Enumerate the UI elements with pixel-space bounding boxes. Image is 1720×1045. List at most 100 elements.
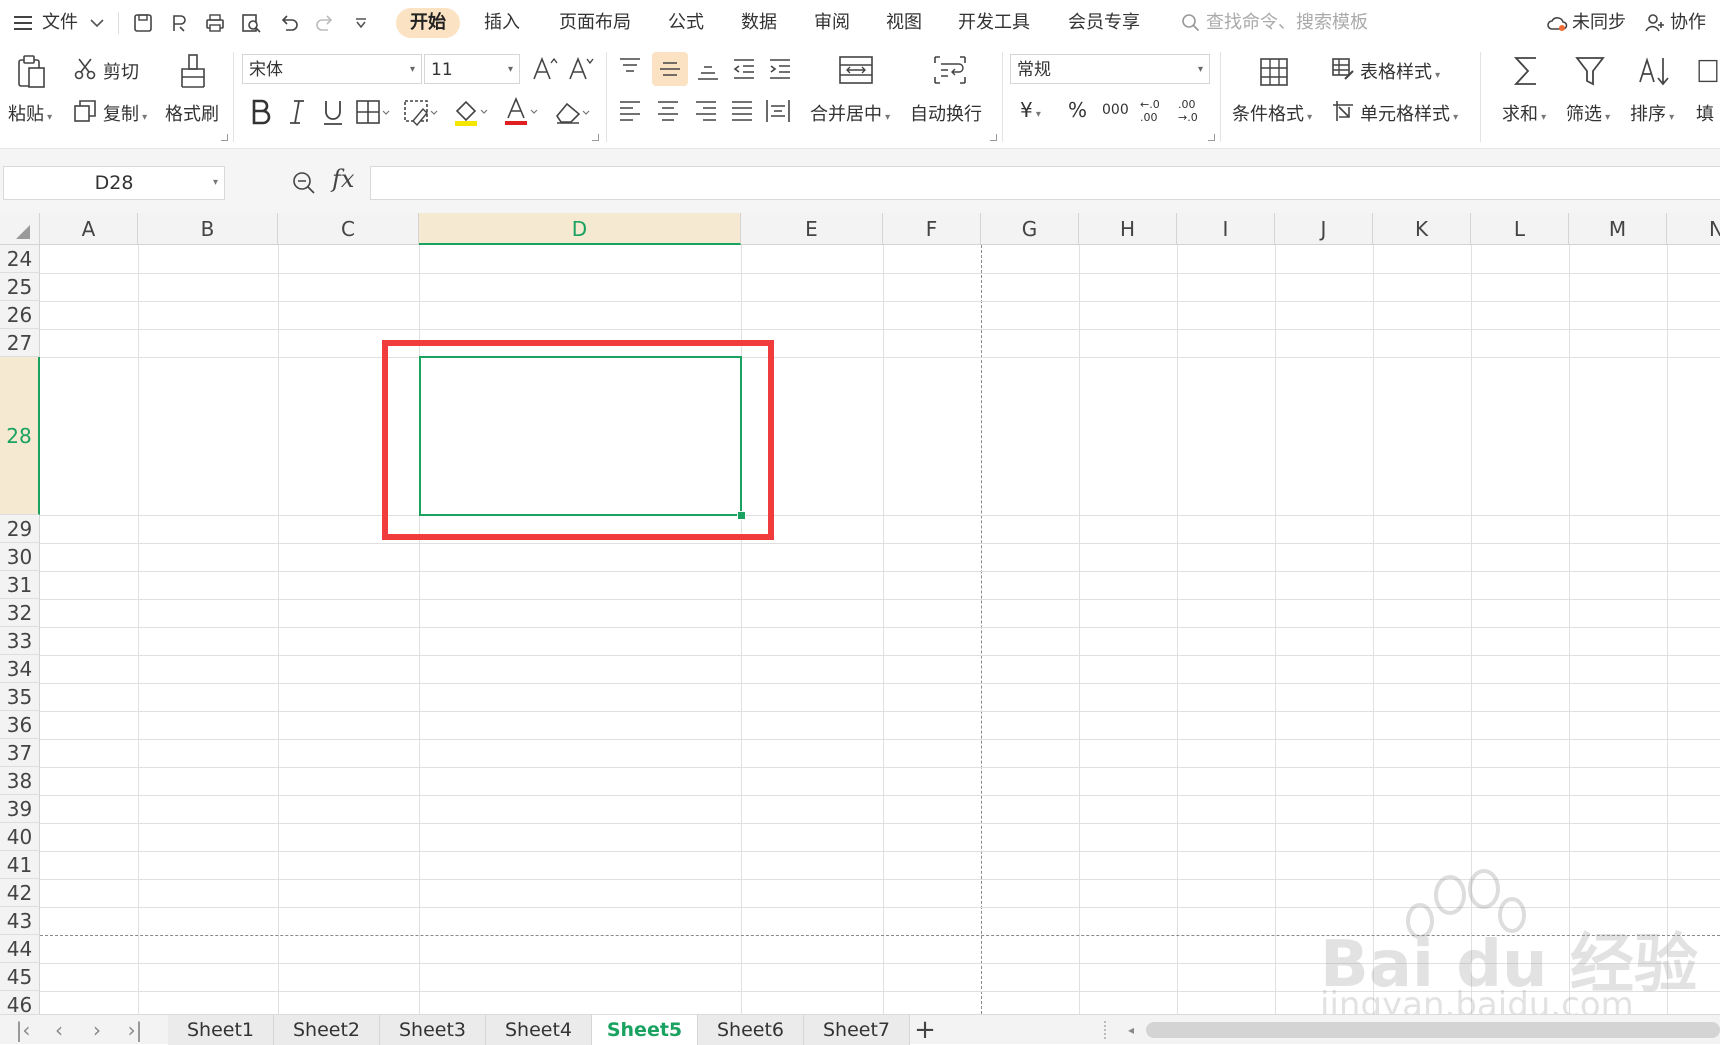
column-header-c[interactable]: C bbox=[278, 213, 419, 245]
paste-button[interactable]: 粘贴 ▾ bbox=[8, 100, 52, 126]
horizontal-scrollbar-thumb[interactable] bbox=[1146, 1022, 1720, 1038]
row-header-37[interactable]: 37 bbox=[0, 739, 40, 767]
wrap-text-button[interactable]: 自动换行 bbox=[910, 100, 982, 126]
sheet-tab-2[interactable]: Sheet2 bbox=[274, 1015, 380, 1045]
row-header-34[interactable]: 34 bbox=[0, 655, 40, 683]
column-header-k[interactable]: K bbox=[1373, 213, 1471, 245]
font-color-icon[interactable] bbox=[502, 96, 542, 128]
merge-cells-icon[interactable] bbox=[836, 52, 876, 88]
row-header-35[interactable]: 35 bbox=[0, 683, 40, 711]
justify-icon[interactable] bbox=[726, 96, 758, 126]
insert-function-button[interactable]: fx bbox=[332, 165, 354, 193]
row-header-32[interactable]: 32 bbox=[0, 599, 40, 627]
decrease-font-size-icon[interactable] bbox=[566, 54, 596, 84]
format-painter-button[interactable]: 格式刷 bbox=[165, 100, 219, 126]
row-header-24[interactable]: 24 bbox=[0, 245, 40, 273]
sheet-tab-1[interactable]: Sheet1 bbox=[168, 1015, 274, 1045]
print-preview-icon[interactable] bbox=[238, 10, 264, 36]
collaborate-button[interactable]: 协作 bbox=[1670, 8, 1706, 38]
align-center-icon[interactable] bbox=[652, 96, 684, 126]
sheet-tab-4[interactable]: Sheet4 bbox=[486, 1015, 592, 1045]
tab-insert[interactable]: 插入 bbox=[470, 8, 534, 38]
conditional-format-button[interactable]: 条件格式 ▾ bbox=[1232, 100, 1312, 126]
column-header-a[interactable]: A bbox=[40, 213, 138, 245]
prev-sheet-icon[interactable]: ‹ bbox=[46, 1017, 72, 1043]
filter-funnel-icon[interactable] bbox=[1572, 52, 1608, 90]
formula-input[interactable] bbox=[370, 166, 1720, 200]
number-format-select[interactable]: 常规 ▾ bbox=[1010, 54, 1210, 84]
select-all-corner[interactable] bbox=[0, 213, 40, 245]
column-header-b[interactable]: B bbox=[138, 213, 278, 245]
sort-button[interactable]: 排序 ▾ bbox=[1630, 100, 1674, 126]
copy-button[interactable]: 复制 ▾ bbox=[103, 100, 147, 126]
row-header-44[interactable]: 44 bbox=[0, 935, 40, 963]
file-menu[interactable]: 文件 bbox=[42, 8, 78, 38]
fill-icon[interactable] bbox=[1696, 52, 1720, 90]
underline-icon[interactable] bbox=[318, 96, 348, 128]
distributed-align-icon[interactable] bbox=[762, 96, 794, 126]
column-header-h[interactable]: H bbox=[1079, 213, 1177, 245]
row-header-33[interactable]: 33 bbox=[0, 627, 40, 655]
dialog-launcher-icon[interactable] bbox=[990, 134, 997, 141]
cut-button[interactable]: 剪切 bbox=[103, 58, 139, 84]
search-command-input[interactable]: 查找命令、搜索模板 bbox=[1206, 8, 1368, 38]
save-icon[interactable] bbox=[130, 10, 156, 36]
increase-font-size-icon[interactable] bbox=[530, 54, 560, 84]
align-right-icon[interactable] bbox=[690, 96, 722, 126]
conditional-format-icon[interactable] bbox=[1256, 54, 1292, 90]
sync-status[interactable]: 未同步 bbox=[1572, 8, 1626, 38]
font-name-select[interactable]: 宋体 ▾ bbox=[242, 54, 422, 84]
redo-icon[interactable] bbox=[312, 10, 338, 36]
row-header-43[interactable]: 43 bbox=[0, 907, 40, 935]
column-header-n[interactable]: N bbox=[1667, 213, 1720, 245]
tab-home[interactable]: 开始 bbox=[396, 8, 460, 38]
sheet-tab-3[interactable]: Sheet3 bbox=[380, 1015, 486, 1045]
align-bottom-icon[interactable] bbox=[692, 54, 724, 84]
format-painter-icon[interactable] bbox=[176, 52, 210, 90]
tab-member[interactable]: 会员专享 bbox=[1054, 8, 1154, 38]
sheet-tab-5[interactable]: Sheet5 bbox=[592, 1015, 698, 1045]
row-header-42[interactable]: 42 bbox=[0, 879, 40, 907]
add-sheet-button[interactable]: + bbox=[912, 1017, 938, 1043]
table-style-button[interactable]: 表格样式 ▾ bbox=[1360, 58, 1440, 84]
fill-button[interactable]: 填 bbox=[1696, 100, 1714, 126]
currency-format-button[interactable]: ¥ ▾ bbox=[1020, 98, 1041, 122]
tab-review[interactable]: 审阅 bbox=[800, 8, 864, 38]
fill-color-icon[interactable] bbox=[452, 96, 492, 128]
dialog-launcher-icon[interactable] bbox=[221, 134, 228, 141]
paste-icon[interactable] bbox=[14, 54, 50, 90]
decrease-indent-icon[interactable] bbox=[728, 54, 760, 84]
column-header-d[interactable]: D bbox=[419, 213, 741, 245]
name-box[interactable]: D28 ▾ bbox=[3, 166, 225, 200]
sum-sigma-icon[interactable] bbox=[1508, 52, 1544, 90]
italic-icon[interactable] bbox=[282, 96, 312, 128]
zoom-formula-icon[interactable] bbox=[290, 169, 318, 197]
row-header-41[interactable]: 41 bbox=[0, 851, 40, 879]
borders-icon[interactable] bbox=[354, 96, 394, 128]
column-header-m[interactable]: M bbox=[1569, 213, 1667, 245]
sort-icon[interactable] bbox=[1636, 52, 1672, 90]
increase-decimal-button[interactable]: ←.0 .00 bbox=[1140, 98, 1168, 124]
hamburger-menu-icon[interactable] bbox=[10, 10, 36, 36]
column-header-i[interactable]: I bbox=[1177, 213, 1275, 245]
row-header-27[interactable]: 27 bbox=[0, 329, 40, 357]
bold-icon[interactable] bbox=[246, 96, 276, 128]
last-sheet-icon[interactable]: ›| bbox=[122, 1017, 148, 1043]
column-header-f[interactable]: F bbox=[883, 213, 981, 245]
thousands-separator-button[interactable]: 000 bbox=[1102, 102, 1129, 118]
row-header-38[interactable]: 38 bbox=[0, 767, 40, 795]
tab-data[interactable]: 数据 bbox=[727, 8, 791, 38]
clear-eraser-icon[interactable] bbox=[552, 96, 594, 128]
column-header-j[interactable]: J bbox=[1275, 213, 1373, 245]
print-icon[interactable] bbox=[202, 10, 228, 36]
autosum-button[interactable]: 求和 ▾ bbox=[1502, 100, 1546, 126]
tab-page-layout[interactable]: 页面布局 bbox=[545, 8, 645, 38]
align-top-icon[interactable] bbox=[614, 54, 646, 84]
align-middle-icon[interactable] bbox=[652, 52, 688, 86]
tab-developer[interactable]: 开发工具 bbox=[944, 8, 1044, 38]
row-header-46[interactable]: 46 bbox=[0, 991, 40, 1014]
next-sheet-icon[interactable]: › bbox=[84, 1017, 110, 1043]
cell-style-icon[interactable] bbox=[1330, 98, 1356, 124]
scrollbar-splitter[interactable] bbox=[1104, 1021, 1114, 1039]
table-style-icon[interactable] bbox=[1330, 56, 1356, 82]
